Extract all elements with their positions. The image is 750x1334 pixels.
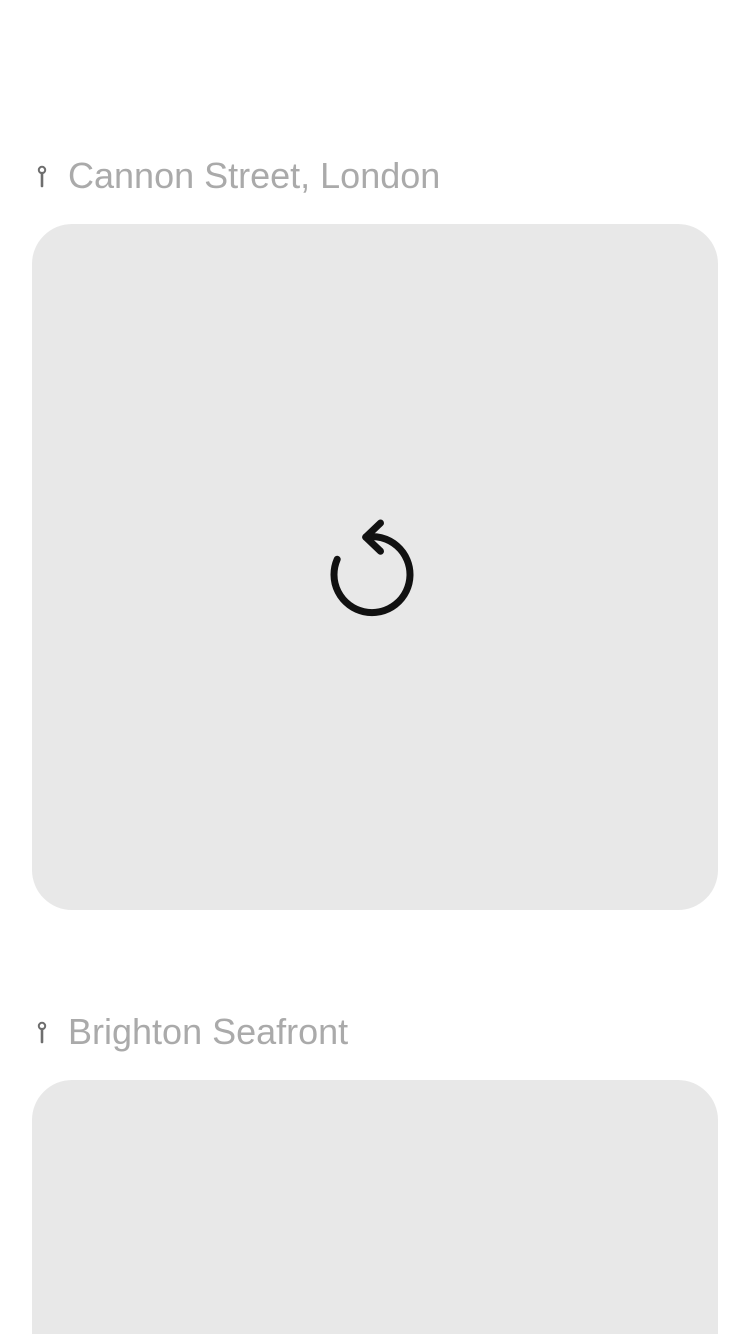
photo-card[interactable]	[32, 1080, 718, 1334]
photo-feed: Cannon Street, London Brighton Seafront	[0, 0, 750, 1334]
reload-button[interactable]	[327, 514, 423, 620]
location-name: Cannon Street, London	[68, 155, 441, 196]
location-name: Brighton Seafront	[68, 1011, 349, 1052]
map-pin-icon	[36, 1020, 48, 1044]
reload-icon	[330, 519, 414, 617]
location-header[interactable]: Cannon Street, London	[36, 152, 440, 200]
photo-card[interactable]	[32, 224, 718, 910]
location-header[interactable]: Brighton Seafront	[36, 1008, 348, 1056]
map-pin-icon	[36, 164, 48, 188]
